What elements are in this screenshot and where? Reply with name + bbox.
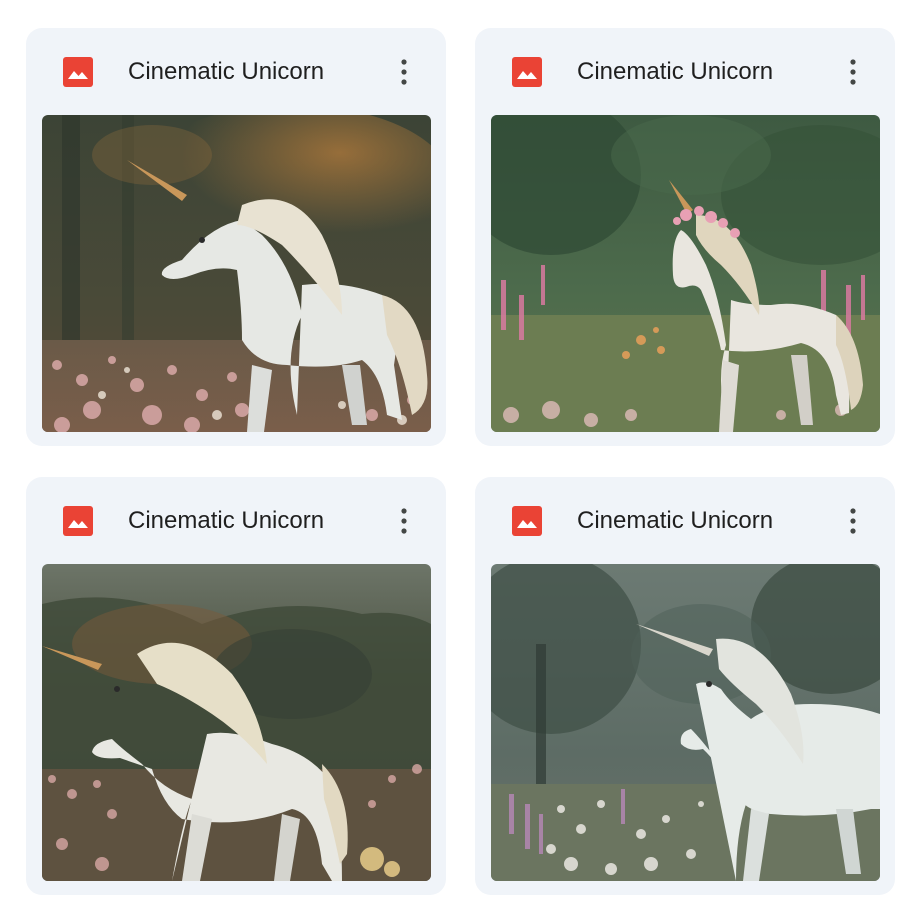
file-card[interactable]: Cinematic Unicorn bbox=[475, 28, 895, 446]
image-file-icon bbox=[512, 506, 542, 536]
file-title[interactable]: Cinematic Unicorn bbox=[128, 505, 368, 537]
more-vert-icon bbox=[401, 508, 407, 534]
image-thumbnail[interactable] bbox=[491, 115, 880, 432]
more-options-button[interactable] bbox=[833, 52, 873, 92]
image-thumbnail[interactable] bbox=[491, 564, 880, 881]
more-options-button[interactable] bbox=[833, 501, 873, 541]
image-thumbnail[interactable] bbox=[42, 115, 431, 432]
more-vert-icon bbox=[401, 59, 407, 85]
unicorn-image bbox=[491, 564, 880, 881]
file-title[interactable]: Cinematic Unicorn bbox=[577, 56, 817, 88]
image-file-icon bbox=[63, 57, 93, 87]
file-card[interactable]: Cinematic Unicorn bbox=[26, 28, 446, 446]
more-vert-icon bbox=[850, 508, 856, 534]
file-card-header: Cinematic Unicorn bbox=[475, 28, 895, 114]
file-card-header: Cinematic Unicorn bbox=[26, 477, 446, 563]
unicorn-image bbox=[42, 564, 431, 881]
unicorn-image bbox=[42, 115, 431, 432]
file-card[interactable]: Cinematic Unicorn bbox=[475, 477, 895, 895]
file-card-header: Cinematic Unicorn bbox=[475, 477, 895, 563]
image-file-icon bbox=[63, 506, 93, 536]
file-grid: Cinematic Unicorn Cinematic Unicorn Cine… bbox=[0, 0, 910, 908]
image-file-icon bbox=[512, 57, 542, 87]
more-options-button[interactable] bbox=[384, 501, 424, 541]
unicorn-image bbox=[491, 115, 880, 432]
more-vert-icon bbox=[850, 59, 856, 85]
image-thumbnail[interactable] bbox=[42, 564, 431, 881]
more-options-button[interactable] bbox=[384, 52, 424, 92]
file-title[interactable]: Cinematic Unicorn bbox=[577, 505, 817, 537]
file-card[interactable]: Cinematic Unicorn bbox=[26, 477, 446, 895]
file-title[interactable]: Cinematic Unicorn bbox=[128, 56, 368, 88]
file-card-header: Cinematic Unicorn bbox=[26, 28, 446, 114]
